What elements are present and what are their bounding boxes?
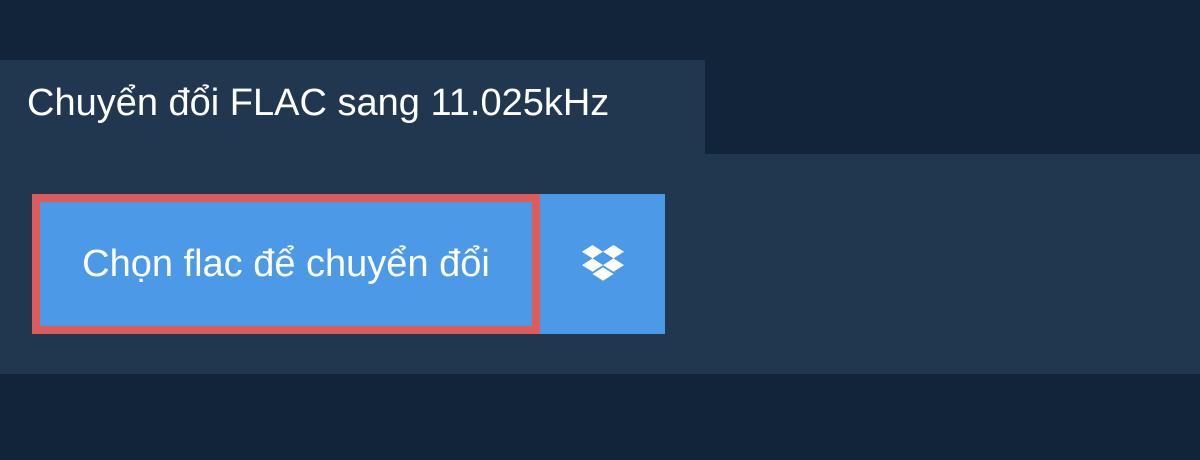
choose-file-label: Chọn flac để chuyển đổi [82, 242, 490, 285]
dropbox-icon [581, 245, 624, 283]
dropbox-button[interactable] [540, 194, 665, 334]
choose-file-button[interactable]: Chọn flac để chuyển đổi [32, 194, 540, 334]
page: Chuyển đổi FLAC sang 11.025kHz Chọn flac… [0, 0, 1200, 460]
page-title: Chuyển đổi FLAC sang 11.025kHz [27, 82, 610, 124]
